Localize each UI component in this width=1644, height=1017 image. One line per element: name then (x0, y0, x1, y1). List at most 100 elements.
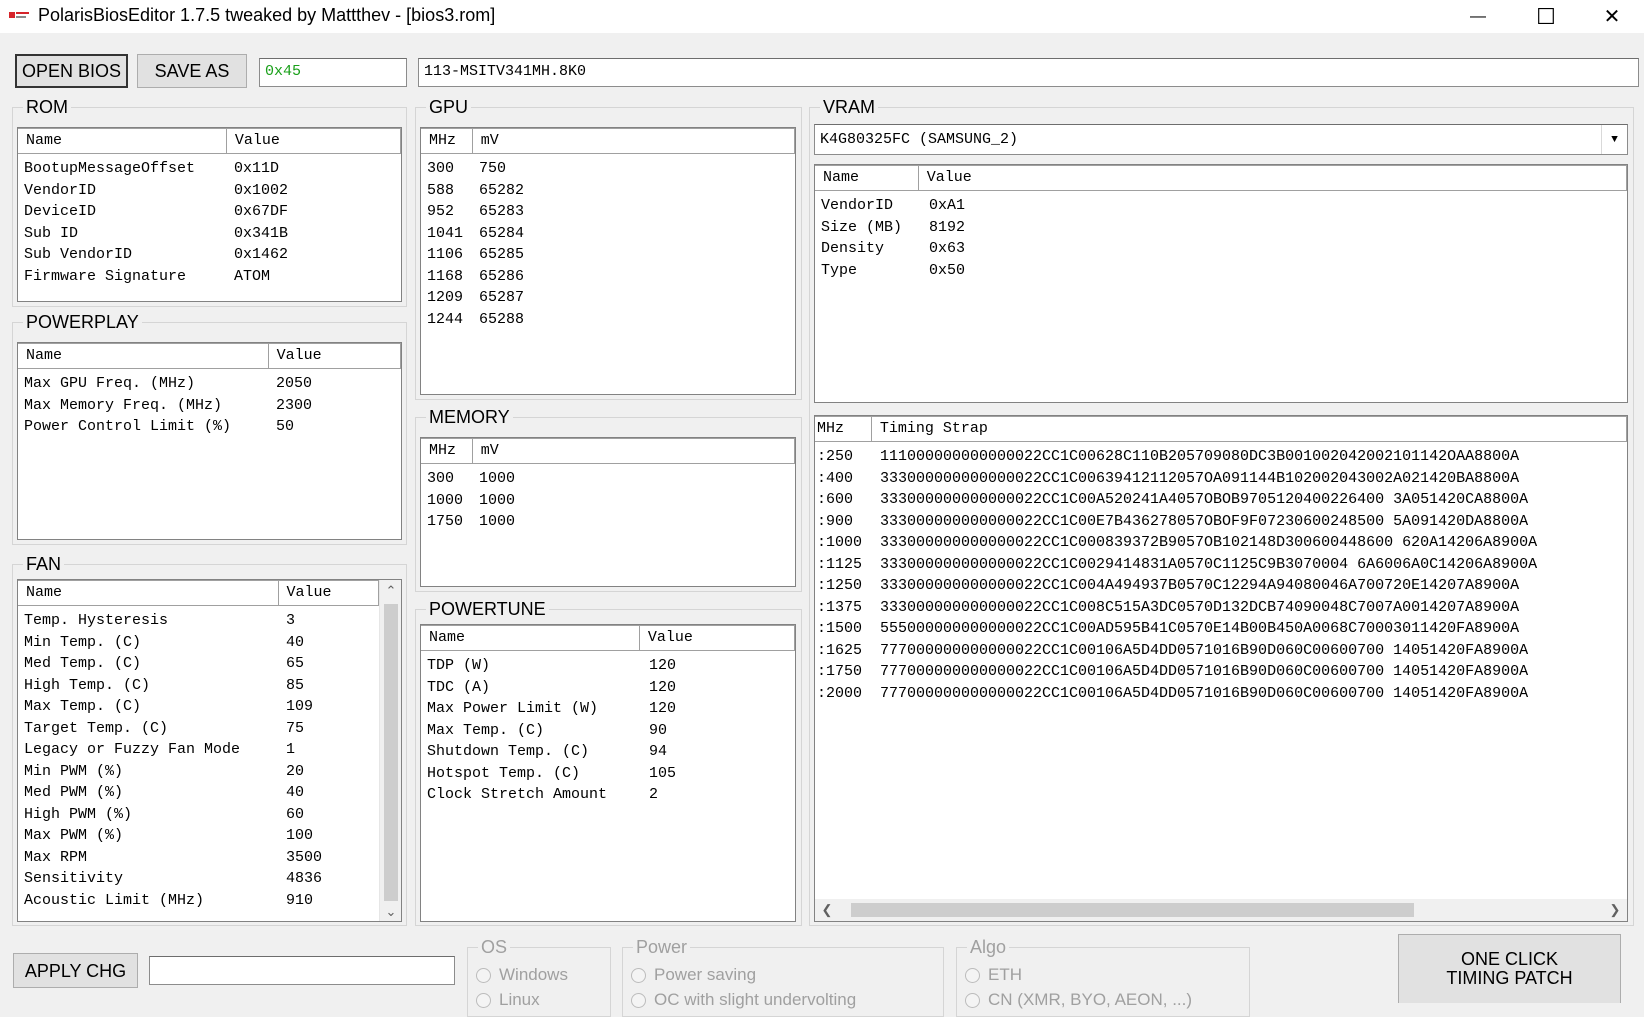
vram-list[interactable]: Name Value VendorID 0xA1 Size (MB) 8192 Dens… (814, 164, 1628, 403)
powertune-col-name[interactable]: Name (421, 625, 640, 650)
list-item[interactable]: :1000 333000000000000022CC1C000839372B905… (817, 532, 1622, 554)
powerplay-col-value[interactable]: Value (268, 343, 401, 368)
list-item[interactable]: 1000 1000 (427, 490, 579, 512)
os-radio-linux[interactable]: Linux (476, 990, 540, 1010)
memory-col-mhz[interactable]: MHz (421, 438, 473, 463)
list-item[interactable]: Sub VendorID 0x1462 (24, 244, 401, 266)
powertune-col-value[interactable]: Value (639, 625, 795, 650)
vram-col-name[interactable]: Name (815, 165, 919, 190)
list-item[interactable]: :1375 333000000000000022CC1C008C515A3DC05… (817, 597, 1622, 619)
list-item[interactable]: VendorID 0xA1 (821, 195, 1049, 217)
scroll-left-icon[interactable]: ❮ (815, 899, 839, 921)
list-item[interactable]: 1209 65287 (427, 287, 579, 309)
list-item[interactable]: Hotspot Temp. (C) 105 (427, 763, 749, 785)
list-item[interactable]: 300 1000 (427, 468, 579, 490)
list-item[interactable]: Min PWM (%) 20 (24, 761, 387, 783)
powerplay-col-name[interactable]: Name (18, 343, 269, 368)
rom-col-name[interactable]: Name (18, 128, 227, 153)
list-item[interactable]: DeviceID 0x67DF (24, 201, 401, 223)
list-item[interactable]: :900 333000000000000022CC1C00E7B436278057… (817, 511, 1622, 533)
list-item[interactable]: :2000 777000000000000022CC1C00106A5D4DD05… (817, 683, 1622, 705)
fan-col-name[interactable]: Name (18, 580, 279, 605)
timing-col-mhz[interactable]: MHz (815, 416, 872, 441)
list-item[interactable]: :1500 555000000000000022CC1C00AD595B41C05… (817, 618, 1622, 640)
gpu-col-mv[interactable]: mV (472, 128, 795, 153)
list-item[interactable]: Max GPU Freq. (MHz) 2050 (24, 373, 401, 395)
fan-scroll-thumb[interactable] (384, 604, 398, 901)
scroll-up-icon[interactable]: ⌃ (380, 580, 401, 602)
list-item[interactable]: Legacy or Fuzzy Fan Mode 1 (24, 739, 387, 761)
apply-changes-button[interactable]: APPLY CHG (13, 953, 138, 988)
scroll-right-icon[interactable]: ❯ (1603, 899, 1627, 921)
memory-col-mv[interactable]: mV (472, 438, 795, 463)
fan-list[interactable]: Name Value Temp. Hysteresis 3 Min Temp. (C… (17, 579, 402, 922)
list-item[interactable]: Power Control Limit (%) 50 (24, 416, 401, 438)
minimize-button[interactable]: — (1444, 0, 1512, 33)
apply-changes-input[interactable] (149, 956, 455, 985)
list-item[interactable]: :600 333000000000000022CC1C00A520241A4057… (817, 489, 1622, 511)
list-item[interactable]: 300 750 (427, 158, 579, 180)
timing-col-strap[interactable]: Timing Strap (871, 416, 1627, 441)
list-item[interactable]: VendorID 0x1002 (24, 180, 401, 202)
timing-strap-list[interactable]: MHz Timing Strap :250 111000000000000022C… (814, 415, 1628, 922)
one-click-timing-patch-button[interactable]: ONE CLICK TIMING PATCH (1398, 934, 1621, 1003)
list-item[interactable]: 1750 1000 (427, 511, 579, 533)
list-item[interactable]: :250 111000000000000022CC1C00628C110B2057… (817, 446, 1622, 468)
rom-col-value[interactable]: Value (226, 128, 401, 153)
maximize-button[interactable]: ☐ (1512, 0, 1580, 33)
list-item[interactable]: Med PWM (%) 40 (24, 782, 387, 804)
list-item[interactable]: High PWM (%) 60 (24, 804, 387, 826)
list-item[interactable]: 1244 65288 (427, 309, 579, 331)
list-item[interactable]: High Temp. (C) 85 (24, 675, 387, 697)
list-item[interactable]: Max Power Limit (W) 120 (427, 698, 749, 720)
open-bios-button[interactable]: OPEN BIOS (15, 54, 128, 88)
memory-list[interactable]: MHz mV 300 1000 1000 1000 1750 1000 (420, 437, 796, 587)
save-as-button[interactable]: SAVE AS (137, 54, 247, 88)
timing-scroll-thumb[interactable] (851, 903, 1414, 917)
checksum-field[interactable]: 0x45 (259, 58, 407, 87)
list-item[interactable]: Type 0x50 (821, 260, 1049, 282)
scroll-down-icon[interactable]: ⌄ (380, 901, 401, 921)
fan-col-value[interactable]: Value (278, 580, 379, 605)
list-item[interactable]: TDC (A) 120 (427, 677, 749, 699)
list-item[interactable]: Acoustic Limit (MHz) 910 (24, 890, 387, 912)
power-radio-saving[interactable]: Power saving (631, 965, 756, 985)
close-button[interactable]: ✕ (1578, 0, 1644, 33)
power-radio-oc[interactable]: OC with slight undervolting (631, 990, 856, 1010)
list-item[interactable]: :1750 777000000000000022CC1C00106A5D4DD05… (817, 661, 1622, 683)
list-item[interactable]: Max RPM 3500 (24, 847, 387, 869)
list-item[interactable]: Sensitivity 4836 (24, 868, 387, 890)
list-item[interactable]: BootupMessageOffset 0x11D (24, 158, 401, 180)
algo-radio-cn[interactable]: CN (XMR, BYO, AEON, ...) (965, 990, 1192, 1010)
list-item[interactable]: Size (MB) 8192 (821, 217, 1049, 239)
rom-list[interactable]: Name Value BootupMessageOffset 0x11D Vendo… (17, 127, 402, 302)
list-item[interactable]: Max PWM (%) 100 (24, 825, 387, 847)
vram-col-value[interactable]: Value (918, 165, 1627, 190)
vram-select[interactable]: K4G80325FC (SAMSUNG_2) ▼ (814, 124, 1628, 155)
list-item[interactable]: Temp. Hysteresis 3 (24, 610, 387, 632)
list-item[interactable]: Density 0x63 (821, 238, 1049, 260)
dropdown-arrow-icon[interactable]: ▼ (1601, 125, 1627, 154)
list-item[interactable]: 1168 65286 (427, 266, 579, 288)
list-item[interactable]: TDP (W) 120 (427, 655, 749, 677)
powerplay-list[interactable]: Name Value Max GPU Freq. (MHz) 2050 Max Me… (17, 342, 402, 540)
timing-horizontal-scrollbar[interactable]: ❮ ❯ (815, 899, 1627, 921)
list-item[interactable]: Max Memory Freq. (MHz) 2300 (24, 395, 401, 417)
list-item[interactable]: Clock Stretch Amount 2 (427, 784, 749, 806)
list-item[interactable]: Med Temp. (C) 65 (24, 653, 387, 675)
list-item[interactable]: :1250 333000000000000022CC1C004A494937B05… (817, 575, 1622, 597)
list-item[interactable]: 588 65282 (427, 180, 579, 202)
list-item[interactable]: :1125 333000000000000022CC1C0029414831A05… (817, 554, 1622, 576)
list-item[interactable]: Max Temp. (C) 90 (427, 720, 749, 742)
list-item[interactable]: Sub ID 0x341B (24, 223, 401, 245)
list-item[interactable]: Min Temp. (C) 40 (24, 632, 387, 654)
bios-name-field[interactable]: 113-MSITV341MH.8K0 (418, 58, 1639, 87)
list-item[interactable]: :1625 777000000000000022CC1C00106A5D4DD05… (817, 640, 1622, 662)
list-item[interactable]: :400 333000000000000022CC1C00639412112057… (817, 468, 1622, 490)
list-item[interactable]: Target Temp. (C) 75 (24, 718, 387, 740)
list-item[interactable]: 1041 65284 (427, 223, 579, 245)
gpu-list[interactable]: MHz mV 300 750 588 65282 952 65283 1041 65284 11… (420, 127, 796, 395)
list-item[interactable]: Firmware Signature ATOM (24, 266, 401, 288)
os-radio-windows[interactable]: Windows (476, 965, 568, 985)
list-item[interactable]: 1106 65285 (427, 244, 579, 266)
